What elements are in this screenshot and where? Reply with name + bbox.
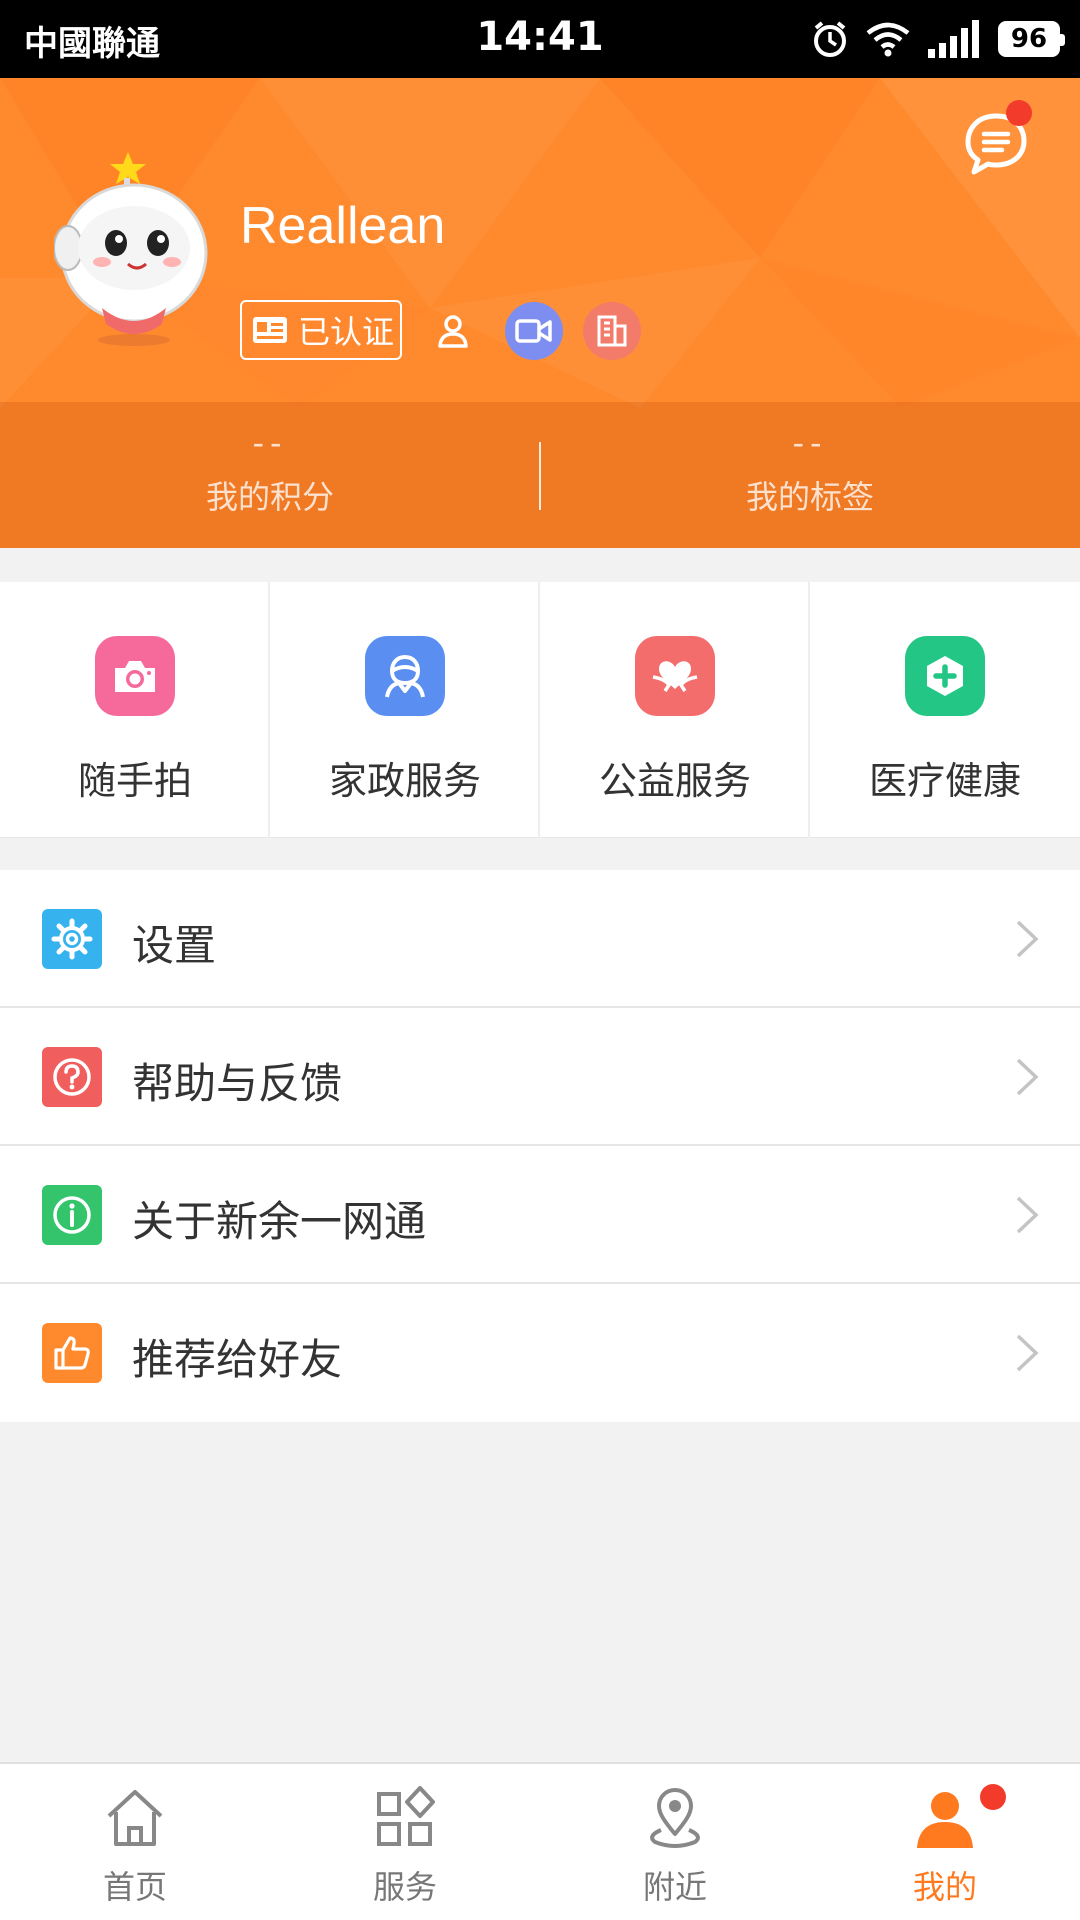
building-icon[interactable]: [583, 302, 641, 360]
question-icon: [42, 1047, 102, 1107]
service-label: 家政服务: [328, 759, 481, 803]
service-snapshot[interactable]: 随手拍: [0, 582, 270, 838]
chevron-right-icon: [1016, 1334, 1039, 1372]
nav-label: 附近: [642, 1868, 707, 1906]
tab-nearby[interactable]: 附近: [540, 1764, 810, 1920]
stats-bar: -- 我的积分 -- 我的标签: [0, 402, 1080, 548]
status-icons: 96: [810, 16, 1065, 62]
tab-profile[interactable]: 我的: [810, 1764, 1080, 1920]
service-label: 随手拍: [77, 759, 192, 803]
wifi-icon: [866, 22, 910, 57]
menu-label: 设置: [132, 921, 217, 970]
service-grid: 随手拍 家政服务 公益服务 医疗健康: [0, 582, 1080, 838]
service-charity[interactable]: 公益服务: [540, 582, 810, 838]
avatar[interactable]: [54, 148, 214, 348]
nav-label: 首页: [102, 1868, 167, 1906]
profile-icon: [917, 1792, 973, 1848]
settings-menu: 设置 帮助与反馈 关于新余一网通 推荐给好友: [0, 870, 1080, 1422]
gear-icon: [42, 909, 102, 969]
menu-item-help-feedback[interactable]: 帮助与反馈: [0, 1008, 1080, 1146]
unread-messages-dot: [1006, 100, 1032, 126]
stat-points[interactable]: -- 我的积分: [0, 402, 540, 548]
nav-label: 服务: [372, 1868, 437, 1906]
home-icon: [107, 1790, 163, 1846]
stat-points-label: 我的积分: [205, 478, 334, 516]
chevron-right-icon: [1016, 1058, 1039, 1096]
menu-item-recommend[interactable]: 推荐给好友: [0, 1284, 1080, 1422]
services-grid-icon: [377, 1786, 435, 1846]
signal-icon: [928, 20, 979, 58]
service-label: 公益服务: [598, 759, 751, 803]
medical-plus-icon: [905, 636, 985, 716]
heart-hands-icon: [635, 636, 715, 716]
stat-tags[interactable]: -- 我的标签: [540, 402, 1080, 548]
verified-label: 已认证: [298, 313, 395, 351]
status-bar: 中國聯通 14:41 96: [0, 0, 1080, 78]
service-housekeeping[interactable]: 家政服务: [270, 582, 540, 838]
profile-notification-dot: [980, 1784, 1006, 1810]
stat-points-value: --: [252, 424, 288, 462]
menu-label: 关于新余一网通: [132, 1197, 427, 1246]
service-label: 医疗健康: [868, 759, 1021, 803]
battery-icon: 96: [998, 21, 1065, 57]
video-icon[interactable]: [505, 302, 563, 360]
nav-label: 我的: [912, 1868, 977, 1906]
camera-icon: [95, 636, 175, 716]
person-icon[interactable]: [424, 302, 482, 360]
stat-tags-label: 我的标签: [745, 478, 874, 516]
thumbs-up-icon: [42, 1323, 102, 1383]
chevron-right-icon: [1016, 920, 1039, 958]
menu-label: 推荐给好友: [132, 1335, 343, 1384]
menu-item-about[interactable]: 关于新余一网通: [0, 1146, 1080, 1284]
menu-item-settings[interactable]: 设置: [0, 870, 1080, 1008]
tab-services[interactable]: 服务: [270, 1764, 540, 1920]
stat-tags-value: --: [792, 424, 828, 462]
tab-home[interactable]: 首页: [0, 1764, 270, 1920]
location-pin-icon: [650, 1788, 700, 1848]
alarm-icon: [814, 21, 846, 57]
id-card-icon: [253, 317, 287, 343]
verified-badge[interactable]: 已认证: [240, 300, 402, 360]
chevron-right-icon: [1016, 1196, 1039, 1234]
menu-label: 帮助与反馈: [132, 1059, 343, 1108]
info-icon: [42, 1185, 102, 1245]
bottom-nav: 首页 服务 附近 我的: [0, 1762, 1080, 1920]
service-medical[interactable]: 医疗健康: [810, 582, 1080, 838]
housekeeper-icon: [365, 636, 445, 716]
username: Reallean: [240, 197, 446, 255]
profile-header: Reallean 已认证 -- 我的积分 -- 我的标签: [0, 78, 1080, 548]
